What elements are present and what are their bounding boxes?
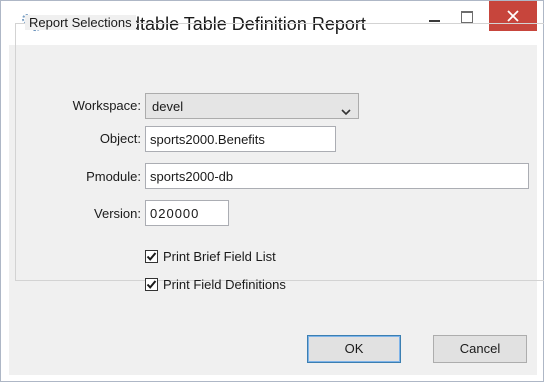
print-brief-checkbox[interactable] (145, 250, 158, 263)
workspace-select[interactable]: devel (145, 93, 359, 119)
print-definitions-option[interactable]: Print Field Definitions (145, 277, 286, 292)
checkmark-icon (146, 252, 157, 261)
version-field[interactable]: 020000 (145, 200, 229, 226)
report-dialog: Roundtable Table Definition Report Repor… (0, 0, 544, 382)
object-label: Object: (99, 131, 141, 146)
checkmark-icon (146, 280, 157, 289)
pmodule-label: Pmodule: (86, 169, 141, 184)
object-field[interactable]: sports2000.Benefits (145, 126, 336, 152)
print-brief-option[interactable]: Print Brief Field List (145, 249, 276, 264)
ok-button[interactable]: OK (307, 335, 401, 363)
workspace-value: devel (152, 99, 184, 114)
report-selections-group (15, 23, 544, 281)
print-brief-label: Print Brief Field List (163, 249, 276, 264)
cancel-button[interactable]: Cancel (433, 335, 527, 363)
chevron-down-icon (341, 103, 351, 121)
workspace-label: Workspace: (72, 98, 141, 113)
print-definitions-label: Print Field Definitions (163, 277, 286, 292)
group-legend: Report Selections (25, 15, 136, 30)
print-definitions-checkbox[interactable] (145, 278, 158, 291)
version-label: Version: (94, 206, 141, 221)
pmodule-field[interactable]: sports2000-db (145, 163, 529, 189)
